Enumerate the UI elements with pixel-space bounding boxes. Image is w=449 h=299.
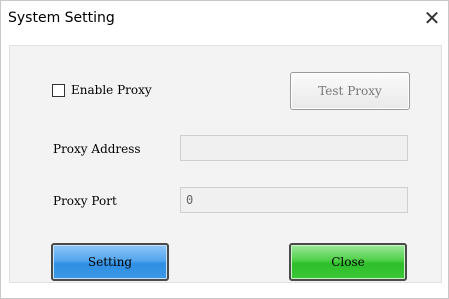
test-proxy-button[interactable]: Test Proxy <box>290 72 410 110</box>
proxy-port-label: Proxy Port <box>53 194 117 208</box>
title-bar: System Setting ✕ <box>1 1 448 41</box>
proxy-address-input[interactable] <box>180 135 408 161</box>
proxy-port-input[interactable]: 0 <box>180 187 408 213</box>
setting-button[interactable]: Setting <box>51 243 169 281</box>
close-icon[interactable]: ✕ <box>420 6 444 30</box>
enable-proxy-label: Enable Proxy <box>71 83 152 97</box>
enable-proxy-checkbox-row[interactable]: Enable Proxy <box>52 83 152 97</box>
close-button[interactable]: Close <box>289 243 407 281</box>
system-setting-dialog: System Setting ✕ Enable Proxy Test Proxy… <box>0 0 449 299</box>
settings-panel: Enable Proxy Test Proxy Proxy Address Pr… <box>9 45 442 283</box>
dialog-title: System Setting <box>8 10 115 26</box>
enable-proxy-checkbox[interactable] <box>52 83 65 97</box>
proxy-address-label: Proxy Address <box>53 142 141 156</box>
